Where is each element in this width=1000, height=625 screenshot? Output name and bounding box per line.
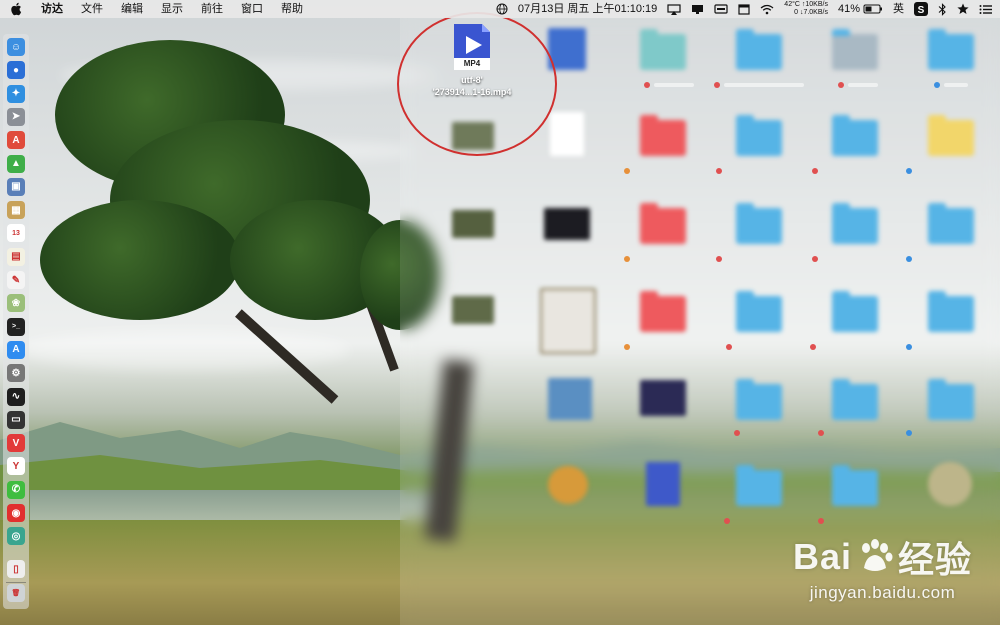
safari-icon[interactable]: ✦ bbox=[7, 84, 25, 103]
wechat-icon[interactable]: ✆ bbox=[7, 480, 25, 499]
battery-percent: 41% bbox=[837, 3, 860, 15]
net-down-text: ↓7.0KB/s bbox=[799, 9, 828, 16]
menu-file[interactable]: 文件 bbox=[72, 0, 112, 18]
menu-app-name[interactable]: 访达 bbox=[32, 0, 72, 18]
menu-bar: 访达 文件 编辑 显示 前往 窗口 帮助 07月13日 周五 上午01:10:1… bbox=[0, 0, 1000, 18]
globe-icon[interactable] bbox=[491, 3, 513, 15]
preview-icon[interactable]: ▣ bbox=[7, 177, 25, 196]
net-up-text: ↑10KB/s bbox=[801, 1, 828, 8]
wifi-icon[interactable] bbox=[755, 4, 779, 15]
activity-monitor-icon[interactable]: ∿ bbox=[7, 387, 25, 406]
finder-icon[interactable]: ☺ bbox=[7, 38, 25, 56]
app-store-icon[interactable]: A bbox=[7, 340, 25, 359]
paw-icon bbox=[856, 538, 894, 576]
watermark-logo-right: 经验 bbox=[897, 539, 972, 580]
calendar-menu-icon[interactable] bbox=[733, 3, 755, 15]
airplay-display-icon[interactable] bbox=[662, 3, 686, 15]
notes-icon[interactable]: ▦ bbox=[7, 201, 25, 220]
console-icon[interactable]: ▭ bbox=[7, 410, 25, 429]
file-type-badge: MP4 bbox=[463, 59, 481, 68]
clock-text[interactable]: 07月13日 周五 上午01:10:19 bbox=[513, 0, 662, 18]
file-name-line1: utf-8' bbox=[461, 75, 483, 85]
vivaldi-icon[interactable]: V bbox=[7, 434, 25, 453]
temperature-text: 42°C bbox=[784, 1, 800, 8]
menu-view[interactable]: 显示 bbox=[152, 0, 192, 18]
menu-go[interactable]: 前往 bbox=[192, 0, 232, 18]
monitor-icon[interactable] bbox=[686, 4, 709, 15]
stickies-icon[interactable]: ▤ bbox=[7, 247, 25, 266]
app-s-icon[interactable]: S bbox=[909, 2, 933, 16]
fan-text: 0 bbox=[794, 9, 798, 16]
keyboard-icon[interactable] bbox=[709, 4, 733, 14]
battery-indicator[interactable]: 41% bbox=[833, 0, 888, 18]
trash-icon[interactable]: 🗑 bbox=[7, 584, 25, 602]
svg-text:S: S bbox=[918, 5, 925, 16]
terminal-icon[interactable]: >_ bbox=[7, 317, 25, 336]
watermark-logo: Bai 经验 bbox=[793, 531, 972, 583]
apple-menu-icon[interactable] bbox=[10, 2, 24, 16]
menu-window[interactable]: 窗口 bbox=[232, 0, 272, 18]
watermark-logo-left: Bai bbox=[792, 536, 852, 577]
battery-icon bbox=[863, 4, 882, 14]
text-edit-icon[interactable]: ✎ bbox=[7, 271, 25, 289]
bluetooth-icon[interactable] bbox=[933, 2, 952, 16]
siri-icon[interactable]: ● bbox=[7, 61, 25, 80]
dock: ☺ ● ✦ ➤ A ▲ ▣ ▦ 13 ▤ ✎ ❀ >_ A ⚙ ∿ ▭ V Y ✆ ◉ ◎ ▯ 🗑 bbox=[3, 34, 29, 609]
menu-edit[interactable]: 编辑 bbox=[112, 0, 152, 18]
system-preferences-icon[interactable]: ⚙ bbox=[7, 364, 25, 383]
weibo-icon[interactable]: ◉ bbox=[7, 504, 25, 522]
calendar-icon[interactable]: 13 bbox=[7, 224, 25, 243]
document-icon[interactable]: ▯ bbox=[7, 560, 25, 578]
yandex-icon[interactable]: Y bbox=[7, 457, 25, 476]
app-red-icon[interactable]: A bbox=[7, 131, 25, 150]
launchpad-icon[interactable]: ➤ bbox=[7, 107, 25, 126]
status-area: 07月13日 周五 上午01:10:19 42°C ↑10KB/s 0 ↓7.0… bbox=[491, 0, 1000, 18]
notification-center-icon[interactable] bbox=[974, 4, 1000, 15]
menu-help[interactable]: 帮助 bbox=[272, 0, 312, 18]
android-icon[interactable]: ▲ bbox=[7, 154, 25, 173]
star-icon[interactable] bbox=[952, 3, 974, 15]
baidu-jingyan-watermark: Bai 经验 jingyan.baidu.com bbox=[793, 531, 972, 603]
file-name-line2: '273914...1-16.mp4 bbox=[432, 87, 512, 97]
watermark-url: jingyan.baidu.com bbox=[809, 583, 956, 602]
mp4-file-icon-item[interactable]: MP4 utf-8' '273914...1-16.mp4 bbox=[427, 24, 517, 98]
mp4-file-icon: MP4 bbox=[454, 24, 490, 70]
photos-icon[interactable]: ❀ bbox=[7, 294, 25, 313]
system-stats[interactable]: 42°C ↑10KB/s 0 ↓7.0KB/s bbox=[779, 1, 833, 17]
app-green-icon[interactable]: ◎ bbox=[7, 527, 25, 546]
dock-separator bbox=[6, 582, 26, 583]
input-method[interactable]: 英 bbox=[888, 0, 909, 18]
